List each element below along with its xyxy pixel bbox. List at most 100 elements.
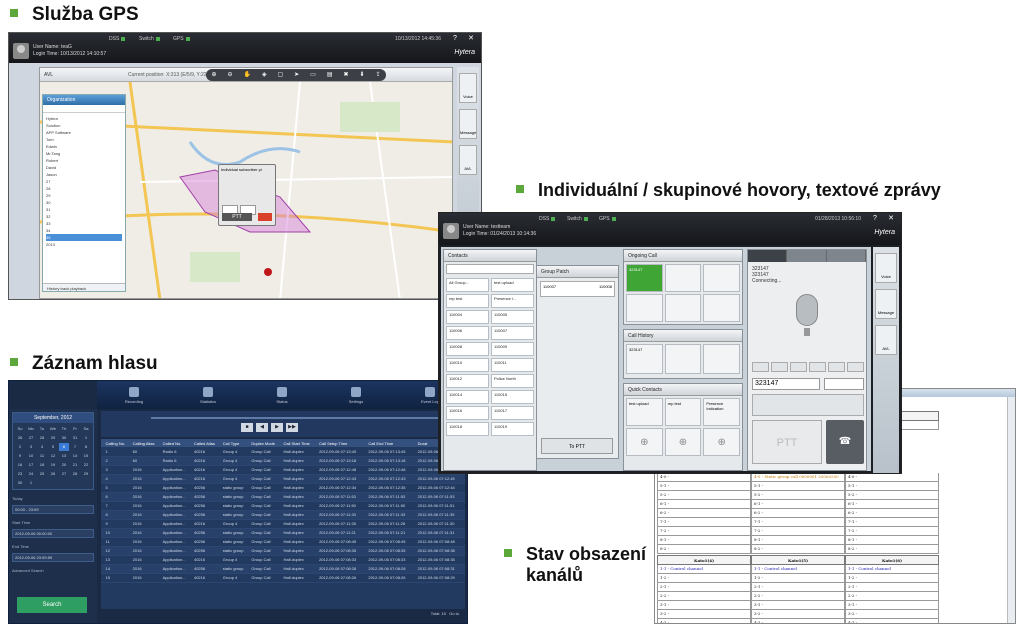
contact-item[interactable]: 110017 [491, 406, 534, 420]
table-row[interactable]: 5 2016 Application... 40256 static group Grou… [101, 483, 465, 493]
column-header[interactable]: Call Type [220, 439, 250, 447]
contact-item[interactable]: rep test [446, 294, 489, 308]
calendar-day[interactable]: 9 [15, 452, 25, 460]
table-row[interactable]: 8 2016 Application... 40256 static group Grou… [101, 510, 465, 520]
voice-button[interactable]: Voice [459, 73, 477, 103]
tree-item[interactable]: 2013 [46, 241, 122, 248]
tree-item[interactable]: Robert [46, 157, 122, 164]
nav-recording[interactable]: Recording [109, 386, 159, 404]
tree-item[interactable]: APP Software [46, 129, 122, 136]
select-icon[interactable]: ◈ [262, 72, 267, 78]
column-header[interactable]: Call Setup Time [317, 439, 367, 447]
stop-icon[interactable]: ■ [241, 423, 253, 432]
function-button[interactable] [771, 362, 788, 372]
tree-item[interactable]: 29 [46, 192, 122, 199]
calendar-day[interactable]: 5 [48, 443, 58, 451]
calendar-day[interactable]: 28 [37, 434, 47, 442]
contact-item[interactable]: 110011 [491, 358, 534, 372]
calendar-day[interactable]: 21 [70, 461, 80, 469]
popup-ptt-button[interactable]: PTT [222, 213, 252, 221]
calendar-day[interactable]: 23 [15, 470, 25, 478]
contact-item[interactable]: 110004 [446, 310, 489, 324]
contacts-search-input[interactable] [446, 264, 534, 274]
tree-item[interactable]: 30 [46, 199, 122, 206]
calendar-day[interactable]: 7 [70, 443, 80, 451]
calendar-day[interactable]: 13 [59, 452, 69, 460]
voice-button[interactable]: Voice [875, 253, 897, 283]
close-icon[interactable]: ✕ [467, 35, 475, 43]
calendar-day[interactable]: 27 [26, 434, 36, 442]
pin-icon[interactable]: ⬇ [359, 72, 364, 78]
contact-item[interactable]: test upload [491, 278, 534, 292]
tree-item[interactable]: Edwin [46, 143, 122, 150]
contact-item[interactable]: 110005 [491, 310, 534, 324]
help-icon[interactable]: ? [871, 215, 879, 223]
table-row[interactable]: 13 2016 Application... 40216 Group 4 Group Ca… [101, 555, 465, 565]
calendar-day[interactable]: 26 [15, 434, 25, 442]
ongoing-call-tile[interactable]: 323147 [626, 264, 663, 292]
dial-dropdown[interactable] [824, 378, 864, 390]
calendar-day[interactable]: 15 [81, 452, 91, 460]
message-button[interactable]: Message [459, 109, 477, 139]
calendar-day[interactable]: 31 [70, 434, 80, 442]
rect-icon[interactable]: ▢ [278, 72, 284, 78]
function-button[interactable] [752, 362, 769, 372]
tree-item[interactable]: Hytera [46, 115, 122, 122]
table-row[interactable]: 3 2016 Application... 40216 Group 4 Group Cal… [101, 465, 465, 475]
function-button[interactable] [847, 362, 864, 372]
column-header[interactable]: Called Alias [191, 439, 221, 447]
tree-item[interactable]: 33 [46, 220, 122, 227]
table-row[interactable]: 11 2016 Application... 40256 static group Gro… [101, 537, 465, 547]
tree-item[interactable]: David [46, 164, 122, 171]
tree-item[interactable]: 31 [46, 206, 122, 213]
tab-message[interactable] [787, 250, 827, 262]
calendar-day[interactable]: 26 [48, 470, 58, 478]
table-row[interactable]: 10 2016 Application... 40256 static group Gro… [101, 528, 465, 538]
calendar-day[interactable]: 17 [26, 461, 36, 469]
contact-item[interactable]: Presence i... [491, 294, 534, 308]
calendar-day[interactable]: 1 [81, 434, 91, 442]
calendar-day[interactable]: 11 [37, 452, 47, 460]
tree-item[interactable]: 32 [46, 213, 122, 220]
table-row[interactable]: 6 2016 Application... 40256 static group Grou… [101, 492, 465, 502]
tab-settings[interactable] [827, 250, 866, 262]
calendar-day[interactable]: 8 [81, 443, 91, 451]
contact-item[interactable]: 110019 [491, 422, 534, 436]
pointer-icon[interactable]: ➤ [294, 72, 299, 78]
message-button[interactable]: Message [875, 289, 897, 319]
quick-contact-tile[interactable]: rep test [664, 398, 702, 426]
tree-item[interactable]: 28 [46, 185, 122, 192]
play-icon[interactable]: ▶ [271, 423, 283, 432]
calendar-day[interactable]: 30 [59, 434, 69, 442]
table-row[interactable]: 14 2016 Application... 40256 static group Gro… [101, 564, 465, 574]
calendar-day[interactable]: 3 [26, 443, 36, 451]
tree-item-selected[interactable]: 35 [46, 234, 122, 241]
calendar-day[interactable]: 29 [81, 470, 91, 478]
add-contact-icon[interactable]: ⊕ [626, 428, 663, 456]
table-row[interactable]: 1 60 Radio 6 40216 Group 4 Group Call Half-dup… [101, 447, 465, 457]
column-header[interactable]: Called No. [160, 439, 192, 447]
table-row[interactable]: 15 2016 Application... 40216 Group 4 Group Ca… [101, 573, 465, 583]
search-button[interactable]: Search [17, 597, 87, 613]
next-icon[interactable]: ▶▶ [286, 423, 298, 432]
history-tile[interactable]: 323147 [626, 344, 663, 374]
location-pin-icon[interactable] [264, 268, 272, 276]
close-icon[interactable]: ✕ [887, 215, 895, 223]
contact-item[interactable]: 110012 [446, 374, 489, 388]
calendar-day[interactable]: 25 [37, 470, 47, 478]
today-label[interactable]: Today [12, 496, 94, 501]
tree-item[interactable]: Mr.Tang [46, 150, 122, 157]
tree-item[interactable]: Tom [46, 136, 122, 143]
avl-button[interactable]: AVL [875, 325, 897, 355]
org-search-input[interactable] [43, 105, 125, 113]
tree-item[interactable]: Jason [46, 171, 122, 178]
pan-icon[interactable]: ✋ [243, 72, 250, 78]
zoom-in-icon[interactable]: ⊕ [211, 72, 216, 78]
quick-contact-tile[interactable]: Presence Indication [703, 398, 740, 426]
contact-item[interactable]: 110015 [491, 390, 534, 404]
help-icon[interactable]: ? [451, 35, 459, 43]
tree-item[interactable]: 34 [46, 227, 122, 234]
avl-button[interactable]: AVL [459, 145, 477, 175]
calendar-day[interactable]: 19 [48, 461, 58, 469]
function-button[interactable] [790, 362, 807, 372]
